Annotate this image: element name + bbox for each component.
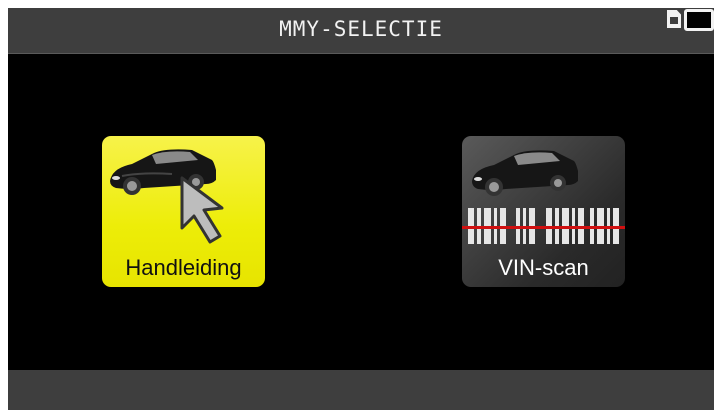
manual-selection-label: Handleiding	[125, 255, 242, 280]
page-title: MMY-SELECTIE	[279, 17, 443, 41]
bottom-bar	[8, 370, 714, 410]
sd-card-icon	[667, 10, 681, 28]
vin-scan-label: VIN-scan	[498, 255, 589, 280]
manual-selection-button[interactable]: Handleiding	[102, 136, 265, 287]
title-bar: MMY-SELECTIE	[8, 8, 714, 54]
vin-scan-button[interactable]: VIN-scan	[462, 136, 625, 287]
device-screen: MMY-SELECTIE Handleiding VIN-scan	[8, 8, 714, 410]
battery-icon	[684, 9, 714, 31]
